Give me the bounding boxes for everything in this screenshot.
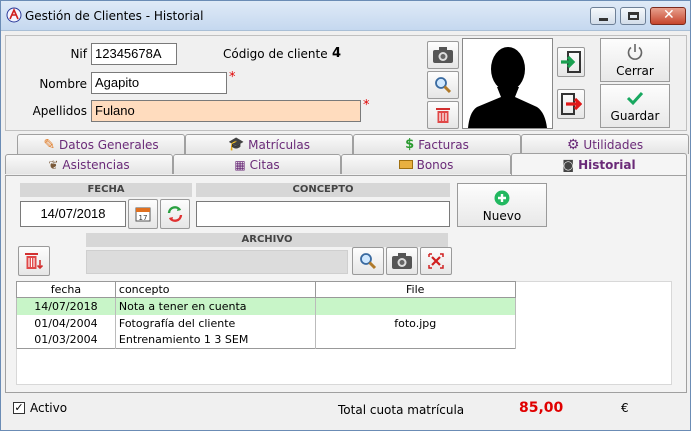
money-icon: $ — [405, 137, 415, 152]
take-photo-button[interactable] — [427, 41, 459, 69]
tab-utilidades[interactable]: ⚙ Utilidades — [521, 134, 689, 154]
remove-file-icon — [428, 253, 444, 269]
client-photo — [462, 38, 553, 129]
tab-matriculas[interactable]: 🎓 Matrículas — [185, 134, 353, 154]
cerrar-label: Cerrar — [616, 64, 654, 78]
close-window-button[interactable]: ✕ — [650, 7, 686, 25]
calendar-button[interactable]: 17 — [128, 199, 158, 229]
cell-fecha: 01/03/2004 — [16, 331, 116, 349]
status-bar: ✓ Activo Total cuota matrícula 85,00 € — [1, 398, 690, 430]
codigo-cliente-value: 4 — [332, 46, 342, 61]
column-header-concepto[interactable]: concepto — [114, 281, 316, 298]
column-header-file[interactable]: File — [314, 281, 516, 298]
column-header-fecha[interactable]: fecha — [16, 281, 116, 298]
power-icon — [627, 44, 643, 60]
delete-record-button[interactable] — [18, 246, 50, 276]
cell-fecha: 14/07/2018 — [16, 297, 116, 315]
tab-bonos[interactable]: Bonos — [341, 154, 511, 174]
minimize-button[interactable] — [590, 7, 616, 25]
table-header-row: fecha concepto File — [16, 281, 516, 298]
tab-datos-generales[interactable]: ✎ Datos Generales — [17, 134, 185, 154]
browse-file-button[interactable] — [352, 247, 384, 275]
add-circle-icon — [494, 190, 510, 206]
app-logo-icon — [6, 7, 22, 23]
close-icon: ✕ — [663, 7, 675, 23]
nombre-label: Nombre — [39, 77, 87, 91]
trash-icon — [436, 108, 450, 123]
maximize-button[interactable] — [620, 7, 646, 25]
historial-table: fecha concepto File 14/07/2018 Nota a te… — [16, 281, 516, 349]
cell-concepto: Nota a tener en cuenta — [114, 297, 316, 315]
guardar-button[interactable]: Guardar — [600, 84, 670, 128]
cell-file: foto.jpg — [314, 314, 516, 332]
fecha-field[interactable]: 14/07/2018 — [20, 201, 126, 227]
login-arrow-icon — [561, 51, 581, 73]
nif-field[interactable]: 12345678A — [91, 43, 177, 65]
trash-icon — [25, 253, 44, 270]
camera-icon — [392, 253, 412, 269]
import-button[interactable] — [557, 47, 585, 77]
guardar-label: Guardar — [610, 109, 660, 123]
remove-file-button[interactable] — [420, 247, 452, 275]
graduation-cap-icon: 🎓 — [227, 137, 245, 152]
table-row[interactable]: 01/04/2004 Fotografía del cliente foto.j… — [16, 314, 516, 332]
required-marker: * — [363, 98, 370, 113]
calendar-icon: 17 — [135, 207, 151, 222]
footprints-icon: ❦ — [48, 157, 59, 172]
table-row[interactable]: 01/03/2004 Entrenamiento 1 3 SEM — [16, 331, 516, 349]
concepto-header: CONCEPTO — [196, 183, 450, 197]
camera-icon: ◙ — [562, 157, 575, 172]
person-silhouette-icon — [468, 47, 547, 128]
cell-concepto: Entrenamiento 1 3 SEM — [114, 331, 316, 349]
title-bar: Gestión de Clientes - Historial ✕ — [1, 1, 690, 31]
fecha-header: FECHA — [20, 183, 192, 197]
activo-label: Activo — [30, 401, 68, 415]
cell-file — [314, 297, 516, 315]
main-window: Gestión de Clientes - Historial ✕ Nif 12… — [0, 0, 691, 431]
tab-facturas[interactable]: $ Facturas — [353, 134, 521, 154]
delete-photo-button[interactable] — [427, 101, 459, 129]
calendar-icon: ▦ — [234, 157, 246, 172]
magnifier-icon — [360, 253, 377, 270]
ticket-icon — [398, 160, 413, 169]
search-photo-button[interactable] — [427, 71, 459, 99]
tab-historial[interactable]: ◙ Historial — [511, 153, 687, 175]
magnifier-icon — [435, 77, 452, 94]
table-row[interactable]: 14/07/2018 Nota a tener en cuenta — [16, 297, 516, 315]
archivo-header: ARCHIVO — [86, 233, 448, 247]
concepto-field[interactable] — [196, 201, 450, 227]
cell-concepto: Fotografía del cliente — [114, 314, 316, 332]
nif-label: Nif — [70, 47, 87, 61]
checkmark-icon — [626, 91, 644, 106]
total-cuota-label: Total cuota matrícula — [338, 403, 465, 417]
nuevo-button[interactable]: Nuevo — [457, 183, 547, 227]
cell-fecha: 01/04/2004 — [16, 314, 116, 332]
export-button[interactable] — [557, 89, 585, 119]
tab-citas[interactable]: ▦ Citas — [173, 154, 341, 174]
apellidos-field[interactable]: Fulano — [91, 100, 361, 122]
currency-symbol: € — [621, 401, 629, 415]
tab-asistencias[interactable]: ❦ Asistencias — [5, 154, 173, 174]
nuevo-label: Nuevo — [482, 209, 522, 223]
logout-arrow-icon — [561, 93, 582, 115]
nombre-field[interactable]: Agapito — [91, 72, 227, 94]
svg-text:17: 17 — [139, 214, 148, 222]
refresh-date-button[interactable] — [160, 199, 190, 229]
codigo-cliente-label: Código de cliente — [223, 47, 328, 61]
cerrar-button[interactable]: Cerrar — [600, 38, 670, 82]
archivo-field[interactable] — [86, 250, 348, 274]
cell-file — [314, 331, 516, 349]
refresh-icon — [167, 206, 183, 222]
gear-icon: ⚙ — [566, 136, 580, 153]
required-marker: * — [229, 70, 236, 85]
capture-photo-button[interactable] — [386, 247, 418, 275]
pen-icon: ✎ — [43, 136, 56, 153]
total-cuota-value: 85,00 — [519, 400, 564, 416]
camera-icon — [433, 47, 453, 63]
apellidos-label: Apellidos — [32, 104, 87, 118]
window-title: Gestión de Clientes - Historial — [25, 9, 204, 23]
activo-checkbox[interactable]: ✓ — [13, 402, 25, 414]
